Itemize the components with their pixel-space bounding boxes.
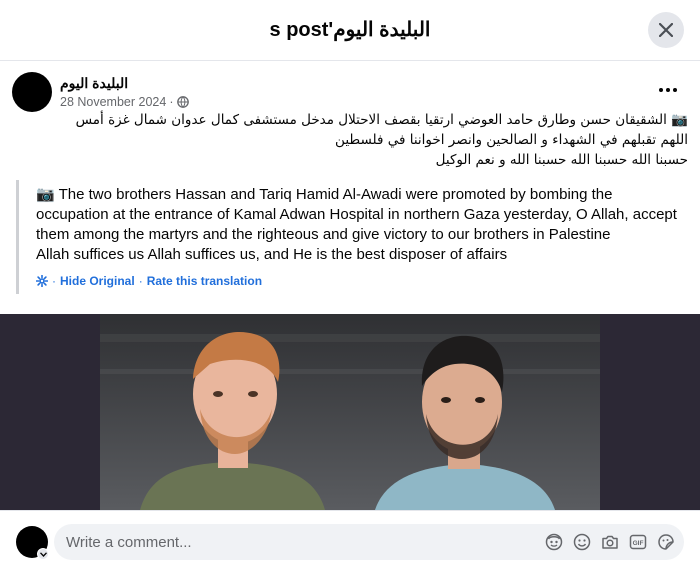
post-photo[interactable] — [100, 314, 600, 510]
translated-line: 📷 The two brothers Hassan and Tariq Hami… — [36, 186, 613, 203]
profile-switch-badge[interactable] — [37, 548, 49, 560]
translation-links: · Hide Original · Rate this translation — [36, 274, 688, 288]
sticker-icon — [657, 533, 674, 550]
photo-illustration — [100, 314, 600, 510]
original-line: 📷 الشقيقان حسن وطارق حامد العوضي ارتقيا … — [75, 112, 688, 128]
gif-button[interactable]: GIF — [628, 532, 647, 551]
photo-button[interactable] — [600, 532, 619, 551]
translated-line: Allah suffices us Allah suffices us, and… — [36, 246, 508, 263]
link-separator: · — [52, 274, 56, 288]
post-header: البليدة اليوم 28 November 2024 · — [12, 72, 688, 112]
gif-icon: GIF — [629, 534, 646, 549]
link-separator: · — [138, 274, 143, 288]
rate-translation-link[interactable]: Rate this translation — [147, 274, 262, 288]
translated-line: them among the martyrs and the righteous… — [36, 226, 611, 243]
smiley-icon — [573, 533, 590, 550]
original-line: اللهم تقبلهم في الشهداء و الصالحين وانصر… — [335, 132, 688, 148]
post-original-text: 📷 الشقيقان حسن وطارق حامد العوضي ارتقيا … — [20, 110, 688, 170]
avatar-sticker-button[interactable] — [544, 532, 563, 551]
comment-actions: GIF — [544, 532, 675, 551]
post-meta: 28 November 2024 · — [60, 95, 189, 109]
close-button[interactable] — [648, 12, 684, 48]
more-options-button[interactable] — [654, 76, 682, 104]
post-author[interactable]: البليدة اليوم — [60, 75, 128, 92]
dialog-header: s post'البليدة اليوم — [0, 0, 700, 61]
sticker-button[interactable] — [656, 532, 675, 551]
more-options-icon — [659, 88, 663, 92]
camera-icon — [601, 535, 618, 549]
page-avatar[interactable] — [12, 72, 52, 112]
close-icon — [659, 23, 673, 37]
chevron-down-icon — [39, 551, 47, 557]
translation-block: 📷 The two brothers Hassan and Tariq Hami… — [16, 180, 688, 294]
emoji-button[interactable] — [572, 532, 591, 551]
gear-icon — [36, 275, 48, 287]
svg-text:GIF: GIF — [632, 539, 643, 546]
translated-text: 📷 The two brothers Hassan and Tariq Hami… — [36, 185, 688, 265]
comment-composer: GIF — [0, 510, 700, 577]
globe-icon — [176, 96, 189, 108]
dialog-title: s post'البليدة اليوم — [269, 19, 431, 41]
more-options-icon — [673, 88, 677, 92]
post-photo-container — [0, 314, 700, 510]
avatar-sticker-icon — [545, 533, 562, 550]
hide-original-link[interactable]: Hide Original — [60, 274, 135, 288]
meta-separator: · — [169, 95, 174, 109]
original-line: حسبنا الله حسبنا الله حسبنا الله و نعم ا… — [435, 152, 688, 168]
post-date[interactable]: 28 November 2024 — [60, 95, 166, 109]
more-options-icon — [666, 88, 670, 92]
translated-line: occupation at the entrance of Kamal Adwa… — [36, 206, 677, 223]
